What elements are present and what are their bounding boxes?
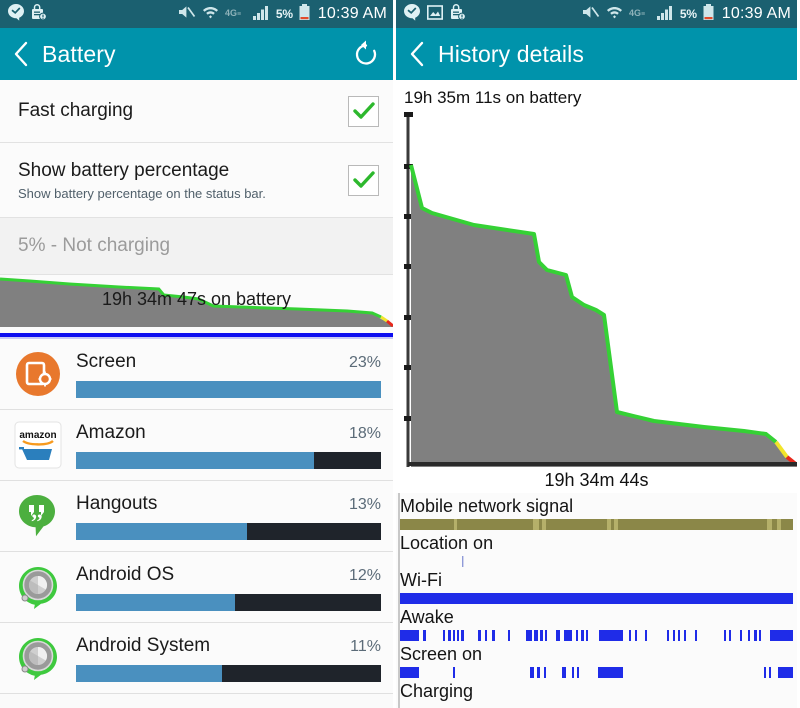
action-bar-right: History details <box>396 28 797 80</box>
timeline-row-charging[interactable]: Charging <box>396 678 797 708</box>
amazon-icon: amazon <box>14 421 62 469</box>
usage-bar-fill <box>76 664 223 682</box>
charging-status-row: 5% - Not charging <box>0 218 393 275</box>
mute-icon <box>178 4 196 24</box>
setting-title: Fast charging <box>18 100 134 121</box>
svg-text:4G: 4G <box>629 8 641 18</box>
timeline-row-awake[interactable]: Awake <box>396 604 797 641</box>
action-bar-left: Battery <box>0 28 393 80</box>
app-percent: 13% <box>348 495 381 513</box>
timeline-label: Screen on <box>400 644 483 664</box>
status-bar-left: 4G ≡ 5% 10:39 AM <box>0 0 393 28</box>
timeline-bar-charging <box>396 704 797 708</box>
status-bar-right: 4G ≡ 5% 10:39 AM <box>396 0 797 28</box>
svg-text:amazon: amazon <box>19 430 56 441</box>
charging-status-text: 5% - Not charging <box>18 235 171 256</box>
android-system-icon <box>14 634 62 682</box>
dual-screenshot: 4G ≡ 5% 10:39 AM Battery Fast charging S… <box>0 0 800 708</box>
fast-charging-checkbox[interactable] <box>348 95 379 127</box>
battery-settings-screen: 4G ≡ 5% 10:39 AM Battery Fast charging S… <box>0 0 396 708</box>
timeline-bar-location <box>396 556 797 567</box>
clock-right: 10:39 AM <box>721 5 791 22</box>
usage-bar-track <box>76 451 381 469</box>
4g-lte-icon: 4G ≡ <box>225 6 247 23</box>
app-row-amazon[interactable]: amazon Amazon 18% <box>0 410 393 481</box>
refresh-icon[interactable] <box>351 39 381 69</box>
usage-bar-fill <box>76 451 314 469</box>
app-percent: 11% <box>350 637 381 655</box>
usage-bar-track <box>76 664 381 682</box>
timeline-bar-awake <box>396 630 797 641</box>
app-percent: 23% <box>348 353 381 371</box>
signal-bars-icon <box>252 5 270 24</box>
android-os-icon <box>14 563 62 611</box>
setting-row-fast-charging[interactable]: Fast charging <box>0 80 393 143</box>
wifi-icon <box>202 4 219 24</box>
timeline-label: Charging <box>400 681 474 701</box>
timeline-row-location-on[interactable]: Location on <box>396 530 797 567</box>
app-lock-icon <box>450 3 466 25</box>
app-row-screen[interactable]: Screen 23% <box>0 339 393 410</box>
battery-percent-right: 5% <box>679 7 697 21</box>
timeline-bar-wifi <box>396 593 797 604</box>
svg-text:4G: 4G <box>225 8 237 18</box>
battery-icon <box>299 3 310 25</box>
usage-bar-fill <box>76 380 381 398</box>
wifi-icon <box>606 4 623 24</box>
app-row-android-os[interactable]: Android OS 12% <box>0 552 393 623</box>
timeline-label: Awake <box>400 607 454 627</box>
usage-bar-track <box>76 522 381 540</box>
battery-history-graph-small[interactable]: 19h 34m 47s on battery <box>0 275 393 333</box>
svg-text:≡: ≡ <box>641 11 645 18</box>
usage-bar-fill <box>76 593 235 611</box>
timeline-bar-screen-on <box>396 667 797 678</box>
timeline-row-mobile-network-signal[interactable]: Mobile network signal <box>396 493 797 530</box>
usage-bar-fill <box>76 522 247 540</box>
app-name: Screen <box>76 350 137 372</box>
history-header-label: 19h 35m 11s on battery <box>396 80 797 112</box>
hangouts-icon <box>404 3 420 25</box>
show-battery-percentage-checkbox[interactable] <box>348 164 379 196</box>
timeline-bar-signal <box>396 519 797 530</box>
clock-left: 10:39 AM <box>317 5 387 22</box>
hangouts-icon <box>8 3 24 25</box>
4g-lte-icon: 4G ≡ <box>629 6 651 23</box>
app-name: Android OS <box>76 563 175 585</box>
usage-bar-track <box>76 380 381 398</box>
app-name: Amazon <box>76 421 146 443</box>
svg-text:≡: ≡ <box>237 11 241 18</box>
battery-history-graph-large[interactable] <box>396 112 797 467</box>
setting-title: Show battery percentage <box>18 160 230 181</box>
page-title: History details <box>438 40 584 67</box>
history-details-screen: 4G ≡ 5% 10:39 AM History details 19h 35m … <box>396 0 797 708</box>
timeline-label: Mobile network signal <box>400 496 574 516</box>
signal-bars-icon <box>656 5 674 24</box>
app-name: Hangouts <box>76 492 158 514</box>
app-row-hangouts[interactable]: ,, Hangouts 13% <box>0 481 393 552</box>
screenshot-icon <box>427 4 443 24</box>
app-row-android-system[interactable]: Android System 11% <box>0 623 393 694</box>
battery-percent-left: 5% <box>275 7 293 21</box>
page-title: Battery <box>42 40 116 67</box>
mute-icon <box>582 4 600 24</box>
battery-graph-label: 19h 34m 47s on battery <box>101 289 292 309</box>
usage-bar-track <box>76 593 381 611</box>
app-percent: 18% <box>348 424 381 442</box>
back-icon[interactable] <box>10 39 32 69</box>
app-name: Android System <box>76 634 211 656</box>
setting-row-show-battery-percentage[interactable]: Show battery percentage Show battery per… <box>0 143 393 218</box>
battery-curve-large <box>404 112 797 467</box>
timeline-row-wifi[interactable]: Wi-Fi <box>396 567 797 604</box>
app-lock-icon <box>31 3 47 25</box>
battery-icon <box>703 3 714 25</box>
screen-brightness-icon <box>14 350 62 398</box>
app-percent: 12% <box>348 566 381 584</box>
setting-subtitle: Show battery percentage on the status ba… <box>18 186 266 201</box>
hangouts-icon: ,, <box>14 492 62 540</box>
timeline-label: Location on <box>400 533 494 553</box>
back-icon[interactable] <box>406 39 428 69</box>
graph-duration-caption: 19h 34m 44s <box>396 467 797 493</box>
timeline-row-screen-on[interactable]: Screen on <box>396 641 797 678</box>
timeline-label: Wi-Fi <box>400 570 442 590</box>
